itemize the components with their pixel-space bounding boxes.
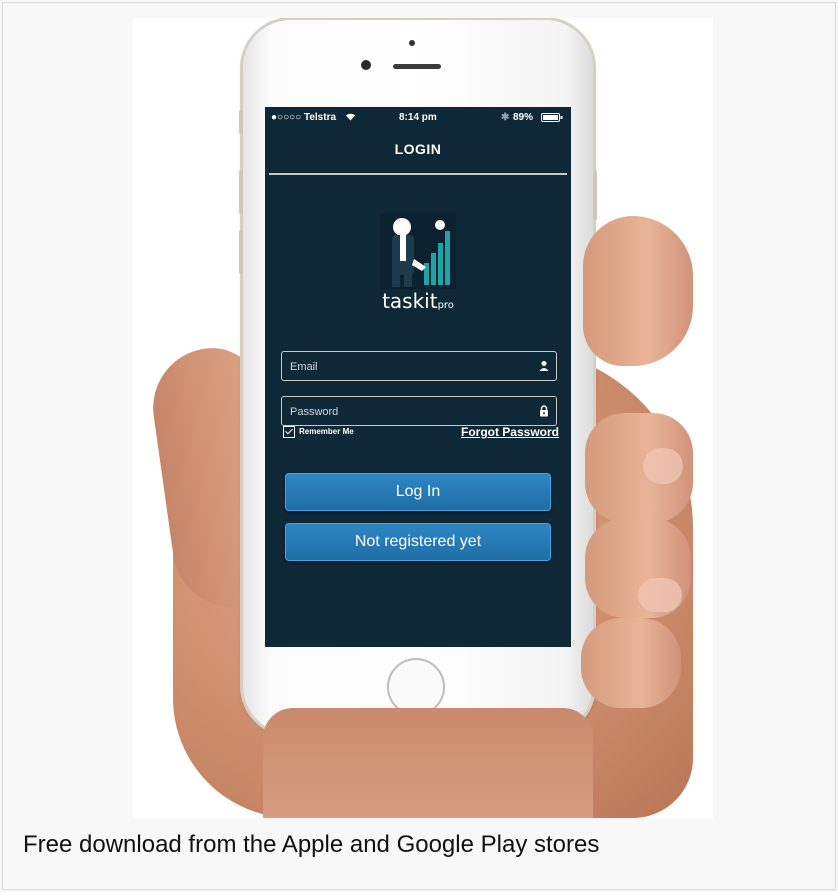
lock-icon [540,405,548,417]
earpiece-speaker [393,64,441,69]
mute-switch [239,110,243,134]
caption: Free download from the Apple and Google … [23,831,600,858]
logo-name: taskit [382,289,438,313]
carrier-label: ●○○○○ Telstra [271,112,337,123]
register-button[interactable]: Not registered yet [285,523,551,561]
email-field[interactable] [281,351,557,381]
logo-wordmark: taskitpro [370,289,466,313]
businessman-chart-icon [380,213,456,289]
phone-in-hand-photo: ●○○○○ Telstra 8:14 pm ✱ 89% LOGIN taskit… [133,18,713,818]
wifi-icon [345,112,356,124]
password-input[interactable] [288,397,532,426]
ring-fingernail [638,578,682,612]
app-screen: ●○○○○ Telstra 8:14 pm ✱ 89% LOGIN taskit… [265,107,571,647]
volume-up-button [239,170,243,214]
taskit-logo: taskitpro [370,213,466,325]
user-icon [539,361,549,371]
logo-suffix: pro [437,300,454,311]
remember-me-checkbox[interactable] [283,426,295,438]
password-field[interactable] [281,396,557,426]
volume-down-button [239,230,243,274]
forgot-password-link[interactable]: Forgot Password [461,425,559,439]
email-input[interactable] [288,352,532,381]
middle-fingernail [643,448,683,484]
clock-label: 8:14 pm [399,112,437,123]
battery-icon [541,113,563,125]
nav-title: LOGIN [394,141,442,157]
power-button [593,170,597,220]
phone: ●○○○○ Telstra 8:14 pm ✱ 89% LOGIN taskit… [239,20,597,734]
index-finger [583,216,693,366]
bluetooth-icon: ✱ [501,112,510,123]
remember-me-label: Remember Me [299,427,354,437]
battery-percent: 89% [513,112,534,123]
remember-me[interactable]: Remember Me [283,426,354,438]
little-finger [581,618,681,708]
front-camera [409,40,415,46]
image-frame: ●○○○○ Telstra 8:14 pm ✱ 89% LOGIN taskit… [2,2,836,890]
proximity-sensor [361,60,371,70]
status-bar: ●○○○○ Telstra 8:14 pm ✱ 89% [265,107,571,129]
login-button[interactable]: Log In [285,473,551,511]
nav-divider [269,173,567,175]
wrist [263,708,593,818]
